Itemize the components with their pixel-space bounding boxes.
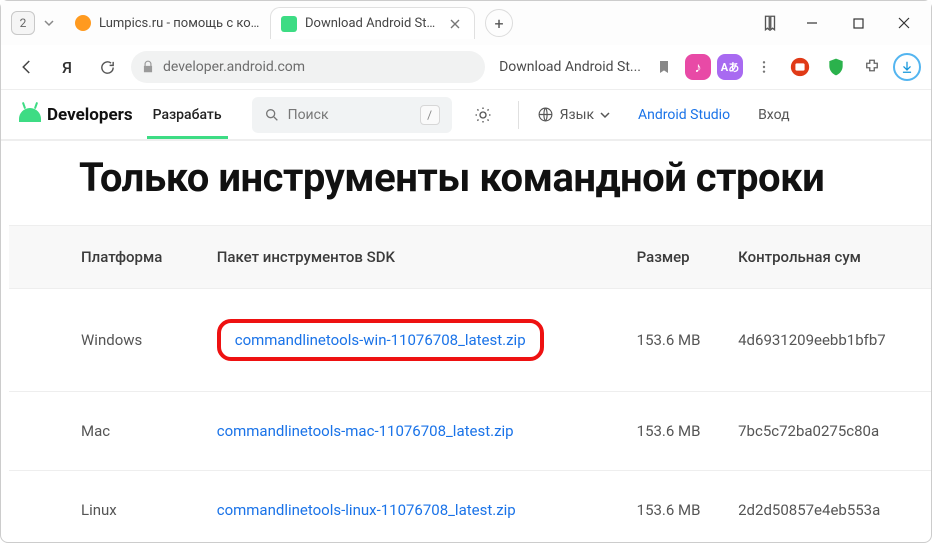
col-checksum: Контрольная сум <box>728 226 931 289</box>
android-icon <box>19 108 41 122</box>
extension-adblock-icon[interactable] <box>785 52 815 82</box>
theme-toggle-button[interactable] <box>466 98 500 132</box>
browser-toolbar: Я developer.android.com Download Android… <box>1 45 931 89</box>
browser-tab-lumpics[interactable]: Lumpics.ru - помощь с ком <box>65 7 270 39</box>
globe-icon <box>537 106 554 123</box>
cell-size: 153.6 MB <box>627 471 728 543</box>
tab-label: Lumpics.ru - помощь с ком <box>99 16 260 31</box>
bookmark-icon[interactable] <box>649 52 679 82</box>
page-title-label: Download Android St... <box>499 59 641 75</box>
download-link-linux[interactable]: commandlinetools-linux-11076708_latest.z… <box>217 501 516 519</box>
table-row: Linux commandlinetools-linux-11076708_la… <box>9 471 931 543</box>
cell-checksum: 7bc5c72ba0275c80a <box>728 392 931 471</box>
language-label: Язык <box>560 107 594 123</box>
cell-size: 153.6 MB <box>627 289 728 392</box>
url-host: developer.android.com <box>163 59 305 75</box>
favicon-icon <box>75 15 91 31</box>
window-maximize-button[interactable] <box>835 3 881 43</box>
search-icon <box>264 107 280 123</box>
android-studio-link[interactable]: Android Studio <box>638 107 730 123</box>
extension-translate-icon[interactable]: Aあ <box>717 54 743 80</box>
separator <box>518 101 519 129</box>
cell-platform: Mac <box>9 392 207 471</box>
cell-platform: Windows <box>9 289 207 392</box>
cell-platform: Linux <box>9 471 207 543</box>
yandex-home-button[interactable]: Я <box>51 51 83 83</box>
downloads-button[interactable] <box>893 53 921 81</box>
col-size: Размер <box>627 226 728 289</box>
site-search[interactable]: Поиск / <box>252 97 452 133</box>
tab-label: Download Android Studi <box>305 16 442 31</box>
download-link-mac[interactable]: commandlinetools-mac-11076708_latest.zip <box>217 422 514 440</box>
table-row: Mac commandlinetools-mac-11076708_latest… <box>9 392 931 471</box>
extension-green-shield-icon[interactable] <box>821 52 851 82</box>
lock-icon <box>141 60 155 74</box>
search-placeholder: Поиск <box>288 107 408 123</box>
reload-button[interactable] <box>91 51 123 83</box>
cell-package: commandlinetools-mac-11076708_latest.zip <box>207 392 627 471</box>
cell-package: commandlinetools-win-11076708_latest.zip <box>207 289 627 392</box>
close-icon[interactable] <box>450 19 464 29</box>
download-link-windows[interactable]: commandlinetools-win-11076708_latest.zip <box>235 331 526 349</box>
page-heading: Только инструменты командной строки <box>1 149 931 225</box>
downloads-table: Платформа Пакет инструментов SDK Размер … <box>9 225 931 543</box>
site-header: Developers Разрабать Поиск / Язык Androi… <box>1 89 931 141</box>
cell-checksum: 2d2d50857e4eb553a <box>728 471 931 543</box>
cell-size: 153.6 MB <box>627 392 728 471</box>
browser-tab-android[interactable]: Download Android Studi <box>270 7 475 39</box>
language-selector[interactable]: Язык <box>537 106 610 123</box>
window-titlebar: 2 Lumpics.ru - помощь с ком Download And… <box>1 1 931 45</box>
chevron-down-icon <box>600 110 610 120</box>
nav-develop[interactable]: Разрабать <box>147 93 228 137</box>
page-content: Только инструменты командной строки Плат… <box>1 141 931 543</box>
extension-pink-icon[interactable]: ♪ <box>685 54 711 80</box>
search-hotkey-badge: / <box>420 105 440 125</box>
favicon-icon <box>281 16 297 32</box>
brand-text: Developers <box>47 105 133 125</box>
signin-link[interactable]: Вход <box>758 107 789 123</box>
window-minimize-button[interactable] <box>789 3 835 43</box>
cell-checksum: 4d6931209eebb1bfb7 <box>728 289 931 392</box>
cell-package: commandlinetools-linux-11076708_latest.z… <box>207 471 627 543</box>
table-header-row: Платформа Пакет инструментов SDK Размер … <box>9 226 931 289</box>
kebab-menu-icon[interactable] <box>749 52 779 82</box>
highlight-box: commandlinetools-win-11076708_latest.zip <box>217 319 544 361</box>
tab-group-caret[interactable] <box>39 11 59 35</box>
table-row: Windows commandlinetools-win-11076708_la… <box>9 289 931 392</box>
tab-count-badge[interactable]: 2 <box>11 11 35 35</box>
col-platform: Платформа <box>9 226 207 289</box>
reading-list-icon[interactable] <box>751 4 789 42</box>
new-tab-button[interactable]: + <box>485 9 513 37</box>
extensions-button[interactable] <box>857 52 887 82</box>
back-button[interactable] <box>11 51 43 83</box>
window-close-button[interactable] <box>881 3 927 43</box>
col-package: Пакет инструментов SDK <box>207 226 627 289</box>
address-bar[interactable]: developer.android.com <box>131 51 485 83</box>
brand-logo[interactable]: Developers <box>19 105 133 125</box>
